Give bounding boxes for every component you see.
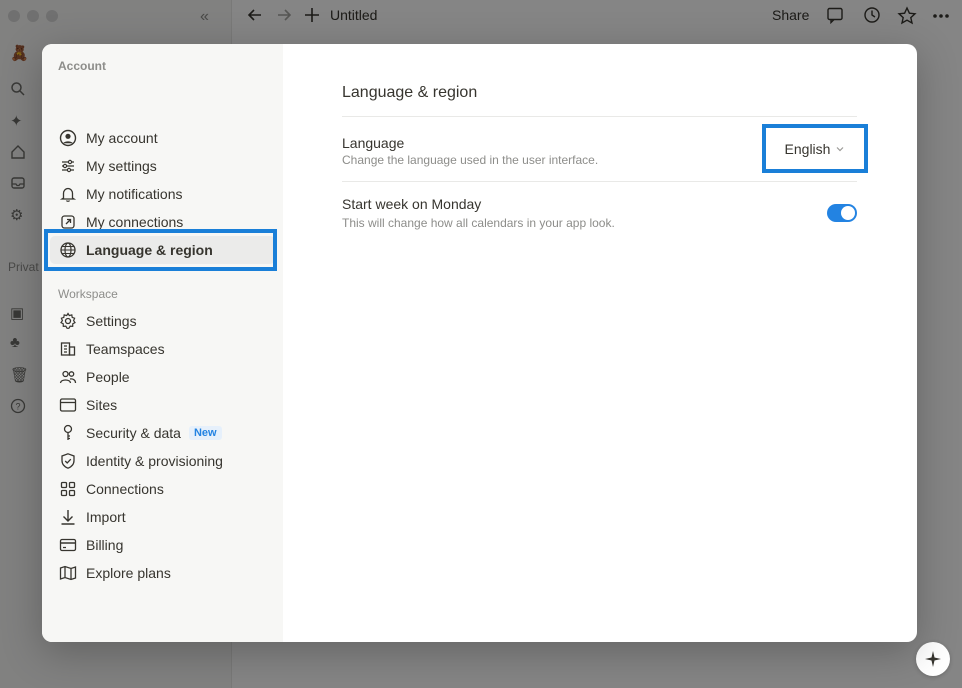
language-region-highlight	[44, 229, 277, 271]
nav-item-explore-plans[interactable]: Explore plans	[50, 559, 275, 587]
grid-icon	[58, 479, 78, 499]
settings-content: Language & region Language Change the la…	[283, 44, 917, 642]
key-icon	[58, 423, 78, 443]
nav-item-label: My settings	[86, 158, 157, 174]
settings-sidebar: Account My account My settings My notifi…	[42, 44, 283, 642]
bell-icon	[58, 184, 78, 204]
language-description: Change the language used in the user int…	[342, 153, 599, 167]
account-section-label: Account	[58, 59, 106, 73]
nav-item-import[interactable]: Import	[50, 503, 275, 531]
nav-item-my-account[interactable]: My account	[50, 124, 275, 152]
nav-item-sites[interactable]: Sites	[50, 391, 275, 419]
language-title: Language	[342, 135, 405, 151]
nav-item-label: Billing	[86, 537, 124, 553]
nav-item-label: Identity & provisioning	[86, 453, 223, 469]
nav-item-my-settings[interactable]: My settings	[50, 152, 275, 180]
start-week-toggle[interactable]	[827, 204, 857, 222]
new-badge: New	[188, 426, 222, 440]
nav-item-label: Security & data	[86, 425, 181, 441]
nav-item-connections[interactable]: Connections	[50, 475, 275, 503]
sparkle-icon	[925, 651, 941, 667]
shield-check-icon	[58, 451, 78, 471]
workspace-section-label: Workspace	[58, 287, 118, 301]
user-circle-icon	[58, 128, 78, 148]
nav-item-security-data[interactable]: Security & data New	[50, 419, 275, 447]
nav-item-people[interactable]: People	[50, 363, 275, 391]
nav-item-teamspaces[interactable]: Teamspaces	[50, 335, 275, 363]
nav-item-label: People	[86, 369, 130, 385]
settings-modal: Account My account My settings My notifi…	[42, 44, 917, 642]
nav-item-label: Settings	[86, 313, 137, 329]
row-divider	[342, 181, 857, 182]
building-icon	[58, 339, 78, 359]
start-week-description: This will change how all calendars in yo…	[342, 216, 615, 230]
language-select-highlight	[762, 124, 868, 173]
toggle-knob	[841, 206, 855, 220]
nav-item-label: My account	[86, 130, 158, 146]
nav-item-label: Sites	[86, 397, 118, 413]
sliders-icon	[58, 156, 78, 176]
nav-item-label: Teamspaces	[86, 341, 165, 357]
download-icon	[58, 507, 78, 527]
nav-item-label: My connections	[86, 214, 184, 230]
browser-icon	[58, 395, 78, 415]
nav-item-billing[interactable]: Billing	[50, 531, 275, 559]
page-title: Language & region	[342, 84, 478, 101]
ai-assistant-button[interactable]	[916, 642, 950, 676]
map-icon	[58, 563, 78, 583]
nav-item-identity-provisioning[interactable]: Identity & provisioning	[50, 447, 275, 475]
nav-item-label: My notifications	[86, 186, 183, 202]
nav-item-settings[interactable]: Settings	[50, 307, 275, 335]
nav-item-label: Connections	[86, 481, 164, 497]
people-icon	[58, 367, 78, 387]
credit-card-icon	[58, 535, 78, 555]
nav-item-label: Explore plans	[86, 565, 171, 581]
nav-item-my-notifications[interactable]: My notifications	[50, 180, 275, 208]
title-divider	[342, 116, 857, 117]
gear-icon	[58, 311, 78, 331]
start-week-title: Start week on Monday	[342, 196, 482, 212]
nav-item-label: Import	[86, 509, 126, 525]
